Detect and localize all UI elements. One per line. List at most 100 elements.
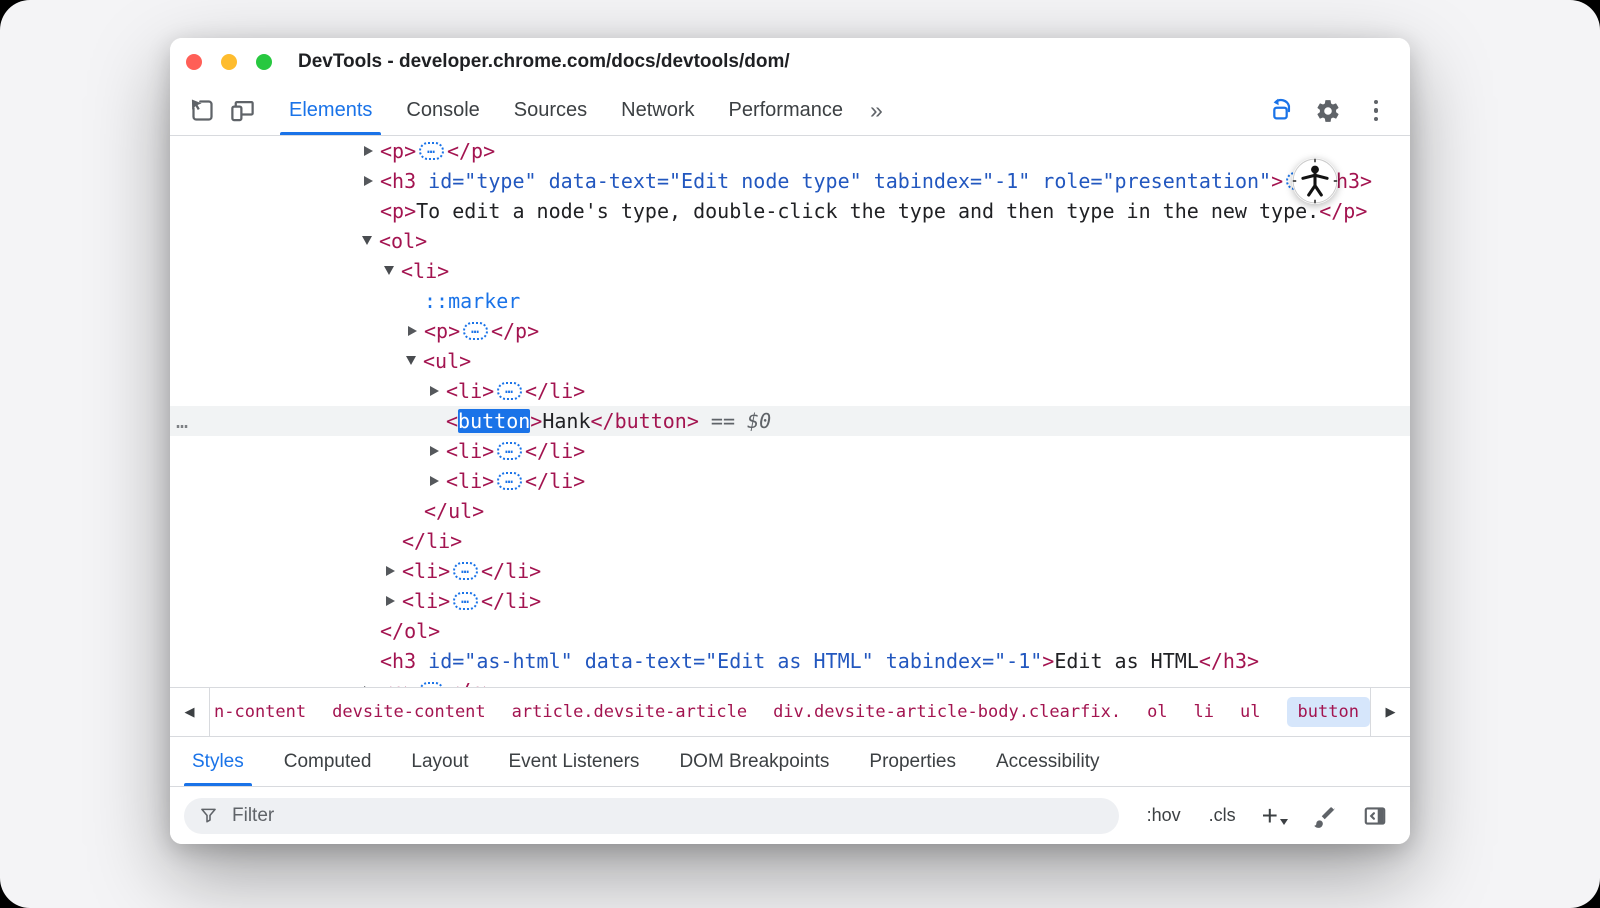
dom-tree-row[interactable]: <h3 id="as-html" data-text="Edit as HTML… <box>170 646 1410 676</box>
dom-tree-row[interactable]: <li>…</li> <box>170 436 1410 466</box>
expand-arrow-icon[interactable] <box>430 476 439 486</box>
dom-tree-row[interactable]: <li>…</li> <box>170 466 1410 496</box>
breadcrumb-item-div-devsite-article-body-clearfix[interactable]: div.devsite-article-body.clearfix. <box>773 702 1121 722</box>
tab-network[interactable]: Network <box>604 86 711 135</box>
zoom-window-button[interactable] <box>256 54 272 70</box>
toggle-element-state-button[interactable]: :hov <box>1147 805 1181 826</box>
device-toolbar-icon <box>229 97 256 124</box>
collapse-arrow-icon[interactable] <box>384 266 394 275</box>
refresh-devtools-button[interactable] <box>1263 94 1297 128</box>
code-token-tag: <p> <box>380 679 416 687</box>
expand-arrow-icon[interactable] <box>430 386 439 396</box>
code-token-val: "-1" <box>994 649 1042 673</box>
close-window-button[interactable] <box>186 54 202 70</box>
code-token-val: "type" <box>464 169 536 193</box>
tab-sources[interactable]: Sources <box>497 86 604 135</box>
tab-console[interactable]: Console <box>389 86 496 135</box>
dom-tree-row-selected[interactable]: …<button>Hank</button> == $0 <box>170 406 1410 436</box>
panel-tab-properties[interactable]: Properties <box>849 737 976 786</box>
inline-expand-button[interactable]: … <box>497 382 522 400</box>
dom-tree-row[interactable]: </li> <box>170 526 1410 556</box>
dom-tree-row[interactable]: <p>…</p> <box>170 676 1410 687</box>
tab-elements[interactable]: Elements <box>272 86 389 135</box>
tab-performance[interactable]: Performance <box>712 86 861 135</box>
inline-expand-button[interactable]: … <box>497 442 522 460</box>
breadcrumb-item-li[interactable]: li <box>1194 702 1214 722</box>
expand-arrow-icon[interactable] <box>386 596 395 606</box>
dom-tree-row[interactable]: <p>…</p> <box>170 136 1410 166</box>
inspect-element-button[interactable] <box>185 94 219 128</box>
settings-button[interactable] <box>1311 94 1345 128</box>
panel-tab-layout[interactable]: Layout <box>391 737 488 786</box>
inline-expand-button[interactable]: … <box>419 142 444 160</box>
expand-arrow-icon[interactable] <box>364 686 373 688</box>
breadcrumb-item-article-devsite-article[interactable]: article.devsite-article <box>512 702 747 722</box>
filter-field[interactable] <box>184 798 1119 834</box>
new-style-rule-button[interactable]: + <box>1262 805 1288 827</box>
dom-tree-row[interactable]: <li>…</li> <box>170 376 1410 406</box>
inline-expand-button[interactable]: … <box>453 592 478 610</box>
panel-tab-computed[interactable]: Computed <box>264 737 392 786</box>
device-toolbar-button[interactable] <box>225 94 259 128</box>
toggle-sidebar-button[interactable] <box>1362 803 1388 829</box>
code-token-val: "presentation" <box>1103 169 1272 193</box>
dom-tree-row[interactable]: <ol> <box>170 226 1410 256</box>
element-classes-button[interactable]: .cls <box>1209 805 1236 826</box>
code-token-attr: tabindex= <box>862 169 982 193</box>
breadcrumb-scroll-right-button[interactable]: ▶ <box>1370 688 1410 736</box>
code-token-sel[interactable]: button <box>458 409 530 433</box>
expand-arrow-icon[interactable] <box>364 176 373 186</box>
dom-tree-row[interactable]: <li> <box>170 256 1410 286</box>
dom-tree-row[interactable]: <li>…</li> <box>170 556 1410 586</box>
panel-tab-styles[interactable]: Styles <box>172 737 264 786</box>
collapse-arrow-icon[interactable] <box>406 356 416 365</box>
expand-arrow-icon[interactable] <box>386 566 395 576</box>
breadcrumb-item-ol[interactable]: ol <box>1147 702 1167 722</box>
code-token-tag: <li> <box>401 259 449 283</box>
gear-icon <box>1315 98 1341 124</box>
dom-tree-row[interactable]: <p>To edit a node's type, double-click t… <box>170 196 1410 226</box>
code-token-tag: > <box>530 409 542 433</box>
dom-tree-row[interactable]: </ol> <box>170 616 1410 646</box>
paint-format-button[interactable] <box>1312 803 1338 829</box>
refresh-icon <box>1267 97 1294 124</box>
panel-tab-event-listeners[interactable]: Event Listeners <box>488 737 659 786</box>
breadcrumb-item-button[interactable]: button <box>1287 697 1370 727</box>
dom-tree-row[interactable]: <li>…</li> <box>170 586 1410 616</box>
kebab-menu-icon <box>1374 100 1379 122</box>
expand-arrow-icon[interactable] <box>364 146 373 156</box>
dom-tree-row[interactable]: <p>…</p> <box>170 316 1410 346</box>
code-token-tag: </li> <box>525 379 585 403</box>
toolbar-tabs: ElementsConsoleSourcesNetworkPerformance <box>272 86 860 135</box>
code-token-attr: tabindex= <box>874 649 994 673</box>
collapse-arrow-icon[interactable] <box>362 236 372 245</box>
dom-tree-row[interactable]: </ul> <box>170 496 1410 526</box>
breadcrumb-item-n-content[interactable]: n-content <box>214 702 306 722</box>
breadcrumb-scroll-left-button[interactable]: ◀ <box>170 688 210 736</box>
code-token-val: "Edit as HTML" <box>705 649 874 673</box>
row-actions-dots[interactable]: … <box>176 406 189 436</box>
dom-tree-row[interactable]: ::marker <box>170 286 1410 316</box>
breadcrumb-item-devsite-content[interactable]: devsite-content <box>332 702 486 722</box>
dom-tree[interactable]: <p>…</p><h3 id="type" data-text="Edit no… <box>170 136 1410 687</box>
code-token-tag: <p> <box>424 319 460 343</box>
code-token-tag: </li> <box>481 559 541 583</box>
code-token-tag: </p> <box>491 319 539 343</box>
expand-arrow-icon[interactable] <box>430 446 439 456</box>
panel-tab-accessibility[interactable]: Accessibility <box>976 737 1119 786</box>
breadcrumb-item-ul[interactable]: ul <box>1240 702 1260 722</box>
minimize-window-button[interactable] <box>221 54 237 70</box>
inline-expand-button[interactable]: … <box>419 682 444 687</box>
more-tabs-button[interactable]: » <box>860 99 893 122</box>
expand-arrow-icon[interactable] <box>408 326 417 336</box>
dom-tree-row[interactable]: <h3 id="type" data-text="Edit node type"… <box>170 166 1410 196</box>
inline-expand-button[interactable]: … <box>453 562 478 580</box>
inline-expand-button[interactable]: … <box>463 322 488 340</box>
dom-tree-row[interactable]: <ul> <box>170 346 1410 376</box>
inline-expand-button[interactable]: … <box>497 472 522 490</box>
traffic-lights <box>170 54 272 70</box>
filter-input[interactable] <box>230 804 1105 828</box>
menu-button[interactable] <box>1359 94 1393 128</box>
breadcrumb-bar: ◀ n-content devsite-content article.devsit… <box>170 687 1410 736</box>
panel-tab-dom-breakpoints[interactable]: DOM Breakpoints <box>659 737 849 786</box>
